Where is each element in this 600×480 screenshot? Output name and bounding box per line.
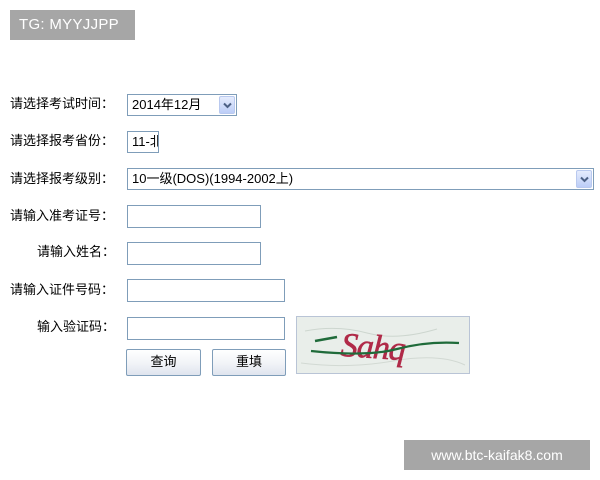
- name-label: 请输入姓名：: [37, 245, 116, 260]
- chevron-down-icon[interactable]: [576, 170, 592, 188]
- exam-time-select[interactable]: 2014年12月: [127, 94, 237, 116]
- query-button[interactable]: 查询: [126, 349, 201, 376]
- id-number-label: 请输入证件号码：: [10, 283, 115, 298]
- name-input[interactable]: [127, 242, 261, 265]
- ticket-number-input[interactable]: [127, 205, 261, 228]
- level-label: 请选择报考级别：: [10, 172, 115, 187]
- ticket-number-label: 请输入准考证号：: [10, 209, 115, 224]
- url-watermark: www.btc-kaifak8.com: [404, 440, 590, 470]
- level-select[interactable]: 10一级(DOS)(1994-2002上): [127, 168, 594, 190]
- province-label: 请选择报考省份：: [10, 134, 115, 149]
- id-number-input[interactable]: [127, 279, 285, 302]
- tg-watermark: TG: MYYJJPP: [10, 10, 135, 40]
- province-select[interactable]: 11-北: [127, 131, 159, 153]
- exam-time-label: 请选择考试时间：: [10, 97, 115, 112]
- captcha-image[interactable]: Sahq: [296, 316, 470, 374]
- captcha-text: Sahq: [340, 327, 407, 368]
- province-value: 11-北: [132, 134, 158, 149]
- captcha-graphic: Sahq: [297, 317, 469, 373]
- chevron-down-icon[interactable]: [219, 96, 235, 114]
- exam-time-value: 2014年12月: [132, 97, 202, 112]
- reset-button[interactable]: 重填: [212, 349, 286, 376]
- captcha-input[interactable]: [127, 317, 285, 340]
- level-value: 10一级(DOS)(1994-2002上): [132, 171, 294, 186]
- captcha-label: 输入验证码：: [37, 320, 116, 335]
